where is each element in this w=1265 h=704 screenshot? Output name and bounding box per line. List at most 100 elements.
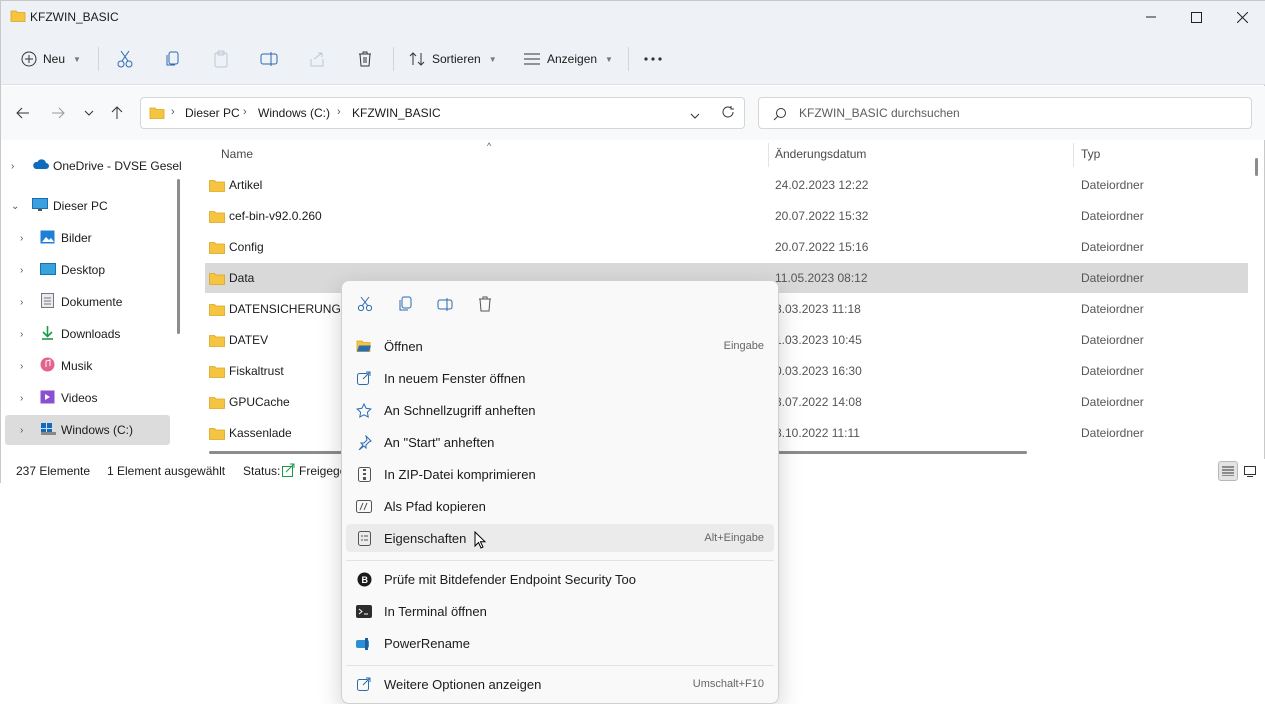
file-row[interactable]: cef-bin-v92.0.260 20.07.2022 15:32 Dateior…: [205, 201, 1248, 231]
sidebar-item-documents[interactable]: › Dokumente: [1, 287, 171, 317]
file-type: Dateiordner: [1081, 426, 1144, 440]
file-row[interactable]: Config 20.07.2022 15:16 Dateiordner: [205, 232, 1248, 262]
context-quick-actions: [342, 281, 778, 327]
monitor-icon: [32, 197, 48, 215]
new-button[interactable]: Neu ▼: [21, 45, 81, 73]
arrow-left-icon: [16, 107, 29, 119]
chevron-right-icon[interactable]: ›: [20, 265, 23, 276]
view-button-label: Anzeigen: [547, 52, 598, 66]
drive-icon: [40, 422, 56, 438]
sort-icon: [409, 52, 425, 66]
more-button[interactable]: [643, 45, 663, 73]
file-date: 3.03.2023 11:18: [775, 302, 861, 316]
breadcrumb-this-pc[interactable]: Dieser PC: [185, 106, 240, 120]
chevron-right-icon[interactable]: ›: [20, 361, 23, 372]
cut-button[interactable]: [116, 45, 134, 73]
column-divider[interactable]: [768, 143, 769, 167]
search-icon: [773, 107, 787, 124]
menu-item-properties[interactable]: Eigenschaften Alt+Eingabe: [346, 524, 774, 552]
column-header-name[interactable]: Name: [221, 147, 253, 161]
chevron-down-icon: ▼: [73, 54, 81, 64]
menu-item-bitdefender-scan[interactable]: B Prüfe mit Bitdefender Endpoint Securit…: [346, 565, 774, 593]
menu-item-open[interactable]: Öffnen Eingabe: [346, 332, 774, 360]
column-header-date[interactable]: Änderungsdatum: [775, 147, 866, 161]
menu-item-pin-start[interactable]: An "Start" anheften: [346, 428, 774, 456]
vertical-scrollbar[interactable]: [1255, 158, 1258, 176]
delete-button[interactable]: [356, 45, 374, 73]
sidebar-item-this-pc[interactable]: ⌄ Dieser PC: [1, 191, 171, 221]
menu-item-compress-zip[interactable]: In ZIP-Datei komprimieren: [346, 460, 774, 488]
rename-button[interactable]: [260, 45, 278, 73]
sidebar-item-windows-c[interactable]: › Windows (C:): [5, 415, 170, 445]
sidebar-item-desktop[interactable]: › Desktop: [1, 255, 171, 285]
chevron-down-icon[interactable]: [690, 108, 700, 122]
menu-item-open-terminal[interactable]: In Terminal öffnen: [346, 597, 774, 625]
search-box[interactable]: KFZWIN_BASIC durchsuchen: [758, 97, 1252, 129]
context-rename-button[interactable]: [432, 292, 458, 316]
file-row[interactable]: Artikel 24.02.2023 12:22 Dateiordner: [205, 170, 1248, 200]
breadcrumb-windows-c[interactable]: Windows (C:): [258, 106, 330, 120]
sort-button-label: Sortieren: [432, 52, 481, 66]
close-button[interactable]: [1219, 1, 1265, 33]
address-bar[interactable]: › Dieser PC › Windows (C:) › KFZWIN_BASI…: [140, 97, 745, 129]
chevron-right-icon[interactable]: ›: [20, 297, 23, 308]
chevron-right-icon[interactable]: ›: [20, 329, 23, 340]
mouse-cursor: [474, 530, 487, 552]
context-delete-button[interactable]: [472, 292, 498, 316]
file-name: Data: [229, 271, 255, 285]
paste-button[interactable]: [212, 45, 230, 73]
file-name: DATEV: [229, 333, 269, 347]
shared-icon: [282, 463, 296, 480]
music-icon: [40, 357, 55, 375]
chevron-right-icon[interactable]: ›: [20, 393, 23, 404]
menu-item-label: Als Pfad kopieren: [384, 499, 486, 514]
tiles-view-button[interactable]: [1240, 461, 1260, 481]
up-button[interactable]: [107, 103, 127, 123]
file-date: 24.02.2023 12:22: [775, 178, 869, 192]
details-view-button[interactable]: [1218, 461, 1238, 481]
divider: [393, 47, 394, 71]
sidebar-scrollbar[interactable]: [177, 179, 180, 334]
file-date: 20.07.2022 15:16: [775, 240, 869, 254]
context-copy-button[interactable]: [392, 292, 418, 316]
chevron-right-icon[interactable]: ›: [20, 233, 23, 244]
scissors-icon: [357, 296, 373, 312]
command-bar: Neu ▼ Sortieren ▼ Anzeigen ▼: [1, 33, 1265, 85]
sidebar-item-onedrive[interactable]: › OneDrive - DVSE Gesel: [1, 151, 182, 181]
maximize-button[interactable]: [1173, 1, 1219, 33]
copy-button[interactable]: [164, 45, 182, 73]
sidebar-item-videos[interactable]: › Videos: [1, 383, 171, 413]
breadcrumb-kfzwin-basic[interactable]: KFZWIN_BASIC: [352, 106, 441, 120]
sidebar-item-downloads[interactable]: › Downloads: [1, 319, 171, 349]
menu-item-powerrename[interactable]: PowerRename: [346, 629, 774, 657]
share-button[interactable]: [308, 45, 326, 73]
status-label: Status:: [243, 464, 281, 478]
recent-locations-button[interactable]: [79, 103, 99, 123]
menu-item-label: PowerRename: [384, 636, 470, 651]
sort-button[interactable]: Sortieren ▼: [408, 45, 497, 73]
menu-item-copy-path[interactable]: Als Pfad kopieren: [346, 492, 774, 520]
menu-item-more-options[interactable]: Weitere Optionen anzeigen Umschalt+F10: [346, 670, 774, 698]
chevron-right-icon[interactable]: ›: [20, 425, 23, 436]
context-cut-button[interactable]: [352, 292, 378, 316]
properties-icon: [356, 530, 372, 546]
refresh-icon[interactable]: [721, 105, 735, 122]
view-button[interactable]: Anzeigen ▼: [523, 45, 613, 73]
sidebar-item-music[interactable]: › Musik: [1, 351, 171, 381]
menu-item-open-new-window[interactable]: In neuem Fenster öffnen: [346, 364, 774, 392]
menu-item-pin-quick-access[interactable]: An Schnellzugriff anheften: [346, 396, 774, 424]
sidebar-item-pictures[interactable]: › Bilder: [1, 223, 171, 253]
powerrename-icon: [356, 635, 372, 651]
search-placeholder: KFZWIN_BASIC durchsuchen: [799, 106, 960, 120]
minimize-button[interactable]: [1128, 1, 1174, 33]
menu-item-label: In Terminal öffnen: [384, 604, 487, 619]
menu-item-shortcut: Umschalt+F10: [692, 678, 764, 690]
column-divider[interactable]: [1073, 143, 1074, 167]
rename-icon: [437, 298, 453, 311]
chevron-down-icon[interactable]: ⌄: [11, 201, 19, 212]
column-header-type[interactable]: Typ: [1081, 147, 1100, 161]
chevron-right-icon[interactable]: ›: [11, 161, 14, 172]
forward-button[interactable]: [48, 103, 68, 123]
folder-icon: [209, 179, 225, 195]
back-button[interactable]: [13, 103, 33, 123]
